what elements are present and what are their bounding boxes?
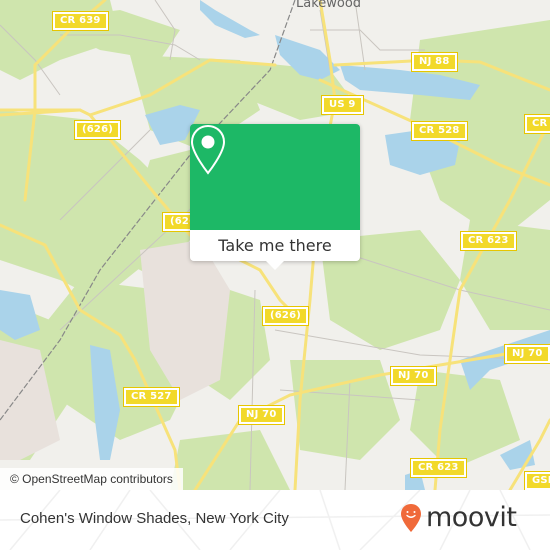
road-shield-nj70: NJ 70 [390, 366, 437, 386]
moovit-logo[interactable]: moovit [400, 502, 517, 533]
place-title: Cohen's Window Shades, New York City [20, 510, 289, 527]
take-me-there-button[interactable]: Take me there [190, 230, 360, 261]
road-shield-gsp: GSP [523, 471, 550, 490]
popup-pointer [266, 261, 284, 270]
moovit-wordmark: moovit [426, 502, 517, 533]
map-attribution[interactable]: © OpenStreetMap contributors [0, 468, 183, 490]
road-shield-nj88: NJ 88 [411, 52, 458, 72]
road-shield-626: (626) [261, 306, 310, 326]
directions-popup[interactable]: Take me there [190, 124, 360, 270]
moovit-pin-icon [401, 503, 421, 532]
road-shield-cr528: CR 528 [411, 121, 468, 141]
road-shield-cr623: CR 623 [410, 458, 467, 478]
place-label-lakewood: Lakewood [296, 0, 362, 11]
popup-header[interactable] [190, 124, 360, 230]
road-shield-nj70: NJ 70 [504, 344, 550, 364]
road-shield-cr-partial: CR 6 [523, 114, 550, 134]
road-shield-626: (626) [73, 120, 122, 140]
footer: Cohen's Window Shades, New York City moo… [0, 490, 550, 550]
map-pin-icon [190, 124, 226, 175]
road-shield-cr623: CR 623 [460, 231, 517, 251]
map-canvas[interactable]: Lakewood CR 639 (626) (626) (626) NJ 88 … [0, 0, 550, 490]
road-shield-cr639: CR 639 [52, 11, 109, 31]
road-shield-cr527: CR 527 [123, 387, 180, 407]
road-shield-nj70: NJ 70 [238, 405, 285, 425]
water-body [200, 0, 260, 38]
road-shield-us9: US 9 [321, 95, 364, 115]
